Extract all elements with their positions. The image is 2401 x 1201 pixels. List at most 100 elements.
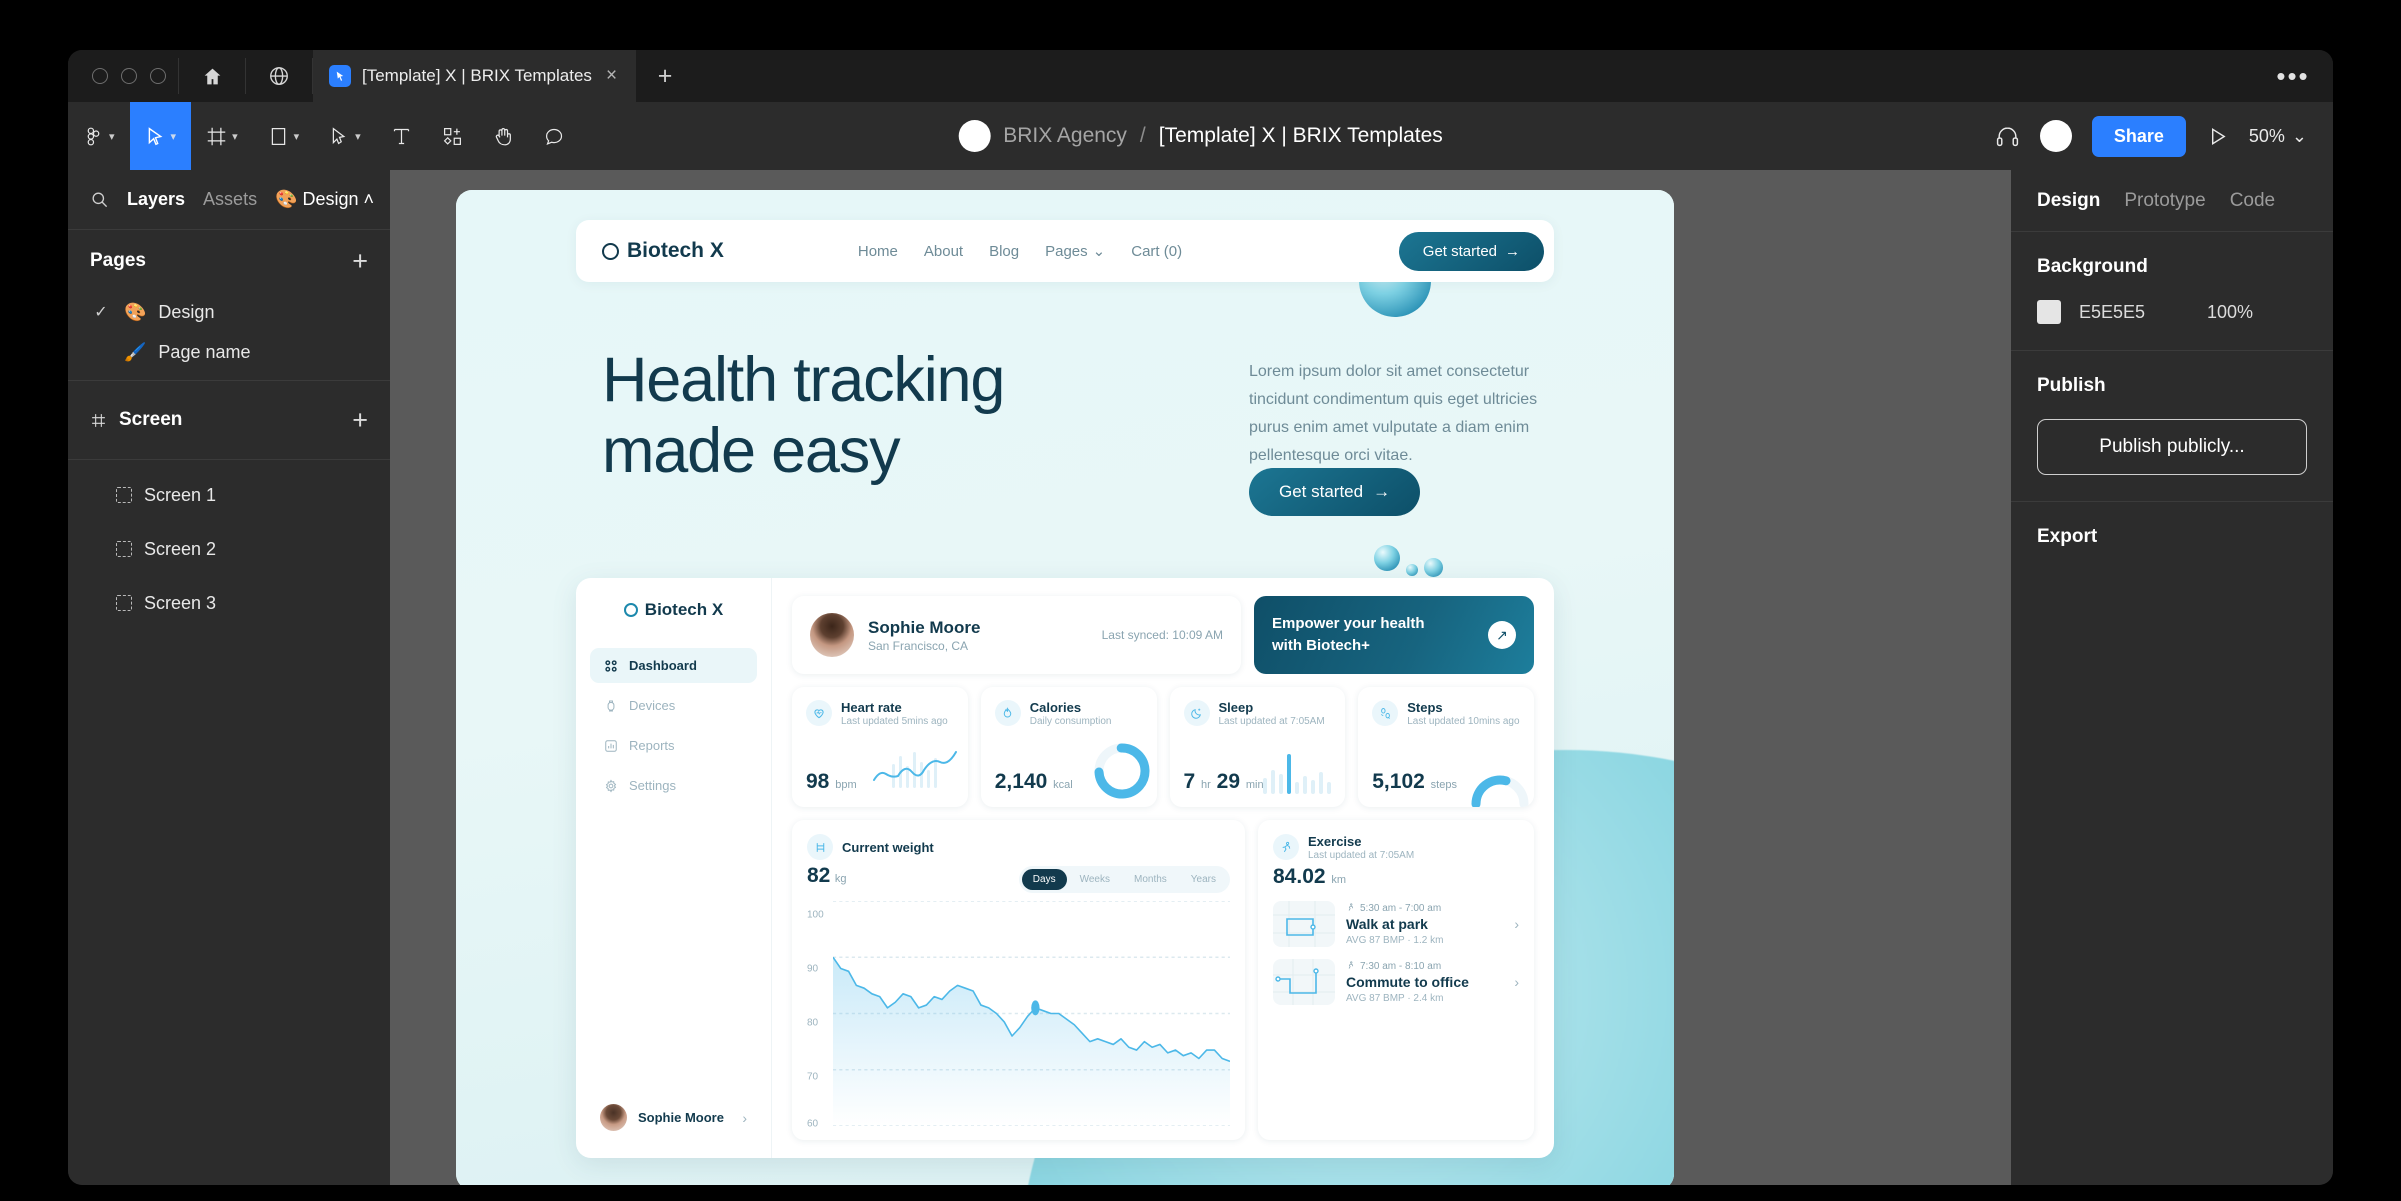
dashboard-menu-devices[interactable]: Devices — [590, 688, 757, 723]
weight-chart-card: Current weight 82 kg Days Weeks Months Y… — [792, 820, 1245, 1140]
pen-tool-button[interactable]: ▾ — [314, 102, 376, 170]
route-map-thumbnail — [1273, 959, 1335, 1006]
resources-tool-button[interactable] — [427, 102, 478, 170]
search-icon[interactable] — [90, 190, 109, 209]
metric-titles: Sleep Last updated at 7:05AM — [1219, 700, 1325, 727]
comment-tool-button[interactable] — [529, 102, 580, 170]
layer-item-screen-2[interactable]: Screen 2 — [68, 522, 390, 576]
tab-layers[interactable]: Layers — [127, 189, 185, 210]
globe-icon[interactable] — [246, 50, 312, 102]
route-map-thumbnail — [1273, 901, 1335, 948]
exercise-header: Exercise Last updated at 7:05AM — [1273, 834, 1519, 861]
add-screen-button[interactable]: + — [352, 405, 368, 436]
check-icon: ✓ — [94, 304, 108, 321]
nav-get-started-button[interactable]: Get started → — [1398, 231, 1544, 271]
tab-title: [Template] X | BRIX Templates — [362, 66, 592, 85]
nav-link-about[interactable]: About — [924, 243, 963, 260]
new-tab-button[interactable]: + — [636, 50, 694, 102]
color-swatch[interactable] — [2037, 300, 2061, 324]
dashboard-menu-settings[interactable]: Settings — [590, 768, 757, 803]
promo-card[interactable]: Empower your health with Biotech+ ↗ — [1254, 596, 1534, 674]
nav-link-home[interactable]: Home — [858, 243, 898, 260]
zoom-level-menu[interactable]: 50% ⌄ — [2249, 126, 2307, 147]
segment-years[interactable]: Years — [1180, 869, 1227, 890]
menu-label: Reports — [629, 738, 675, 753]
page-item-label: Page name — [158, 341, 251, 362]
dashboard-menu-dashboard[interactable]: Dashboard — [590, 648, 757, 683]
nav-link-blog[interactable]: Blog — [989, 243, 1019, 260]
tab-assets[interactable]: Assets — [203, 189, 257, 210]
segment-days[interactable]: Days — [1021, 869, 1067, 890]
layer-item-screen-1[interactable]: Screen 1 — [68, 468, 390, 522]
page-theme-selector[interactable]: 🎨 Design ˄ — [275, 189, 374, 210]
chevron-right-icon[interactable]: › — [1514, 916, 1519, 932]
page-item-page-name[interactable]: 🖌️ Page name — [68, 332, 390, 372]
dashboard-menu-reports[interactable]: Reports — [590, 728, 757, 763]
site-logo[interactable]: Biotech X — [602, 239, 724, 263]
avatar — [810, 613, 854, 657]
exercise-item-name: Commute to office — [1346, 973, 1469, 990]
metric-header: Sleep Last updated at 7:05AM — [1183, 700, 1332, 727]
metric-card-steps: Steps Last updated 10mins ago 5,102 step… — [1358, 687, 1534, 807]
move-tool-button[interactable]: ▾ — [129, 102, 192, 170]
color-hex-value[interactable]: E5E5E5 — [2079, 302, 2189, 323]
headphones-icon[interactable] — [1995, 124, 2020, 149]
shape-tool-button[interactable]: ▾ — [253, 102, 315, 170]
profile-location: San Francisco, CA — [868, 639, 969, 654]
frame-tool-button[interactable]: ▾ — [191, 102, 253, 170]
window-controls[interactable] — [68, 50, 178, 102]
minimize-window-button[interactable] — [121, 68, 137, 84]
hero-paragraph: Lorem ipsum dolor sit amet consectetur t… — [1249, 363, 1538, 464]
browser-overflow-menu[interactable]: ••• — [2253, 50, 2333, 102]
chevron-right-icon: › — [742, 1109, 747, 1126]
add-page-button[interactable]: + — [352, 246, 368, 277]
weight-value: 82 — [807, 864, 831, 887]
tab-prototype[interactable]: Prototype — [2124, 190, 2205, 212]
walk-icon — [1346, 903, 1355, 915]
pages-title: Pages — [90, 250, 146, 271]
browser-tab[interactable]: [Template] X | BRIX Templates × — [313, 50, 637, 102]
chevron-up-icon: ˄ — [363, 189, 375, 209]
profile-text: Sophie Moore San Francisco, CA — [868, 617, 980, 653]
metric-card-sleep: Sleep Last updated at 7:05AM 7 hr 29 min — [1169, 687, 1346, 807]
publish-publicly-button[interactable]: Publish publicly... — [2037, 419, 2307, 475]
close-window-button[interactable] — [92, 68, 108, 84]
promo-arrow-button[interactable]: ↗ — [1488, 621, 1516, 649]
browser-tabbar: [Template] X | BRIX Templates × + ••• — [68, 50, 2333, 102]
dashboard-sidebar-user[interactable]: Sophie Moore › — [590, 1095, 757, 1140]
maximize-window-button[interactable] — [150, 68, 166, 84]
layer-item-screen-3[interactable]: Screen 3 — [68, 576, 390, 630]
nav-link-cart[interactable]: Cart (0) — [1131, 243, 1182, 260]
design-canvas[interactable]: Biotech X Home About Blog Pages ⌄ Cart (0… — [390, 170, 2011, 1185]
metric-subtitle: Last updated 10mins ago — [1407, 716, 1520, 728]
metric-subtitle: Daily consumption — [1029, 716, 1112, 728]
color-opacity-value[interactable]: 100% — [2207, 302, 2253, 323]
weight-unit: kg — [834, 873, 847, 885]
hand-tool-button[interactable] — [478, 102, 529, 170]
user-avatar[interactable] — [2039, 120, 2072, 152]
tab-code[interactable]: Code — [2230, 190, 2275, 212]
metric-title: Sleep — [1218, 700, 1254, 715]
segment-months[interactable]: Months — [1123, 869, 1178, 890]
exercise-item-walk[interactable]: 5:30 am - 7:00 am Walk at park AVG 87 BM… — [1273, 901, 1519, 948]
segment-weeks[interactable]: Weeks — [1069, 869, 1121, 890]
close-tab-button[interactable]: × — [603, 65, 620, 87]
metric-titles: Calories Daily consumption — [1030, 700, 1112, 727]
main-menu-button[interactable]: ▾ — [68, 102, 130, 170]
screen-frame[interactable]: Biotech X Home About Blog Pages ⌄ Cart (0… — [456, 190, 1674, 1185]
hero-get-started-button[interactable]: Get started → — [1249, 468, 1421, 516]
page-item-design[interactable]: ✓ 🎨 Design — [68, 292, 390, 332]
text-tool-button[interactable] — [376, 102, 427, 170]
y-axis-tick: 90 — [807, 963, 819, 974]
home-icon[interactable] — [179, 50, 245, 102]
breadcrumb-file[interactable]: [Template] X | BRIX Templates — [1159, 124, 1443, 148]
breadcrumb-team[interactable]: BRIX Agency — [1003, 124, 1127, 148]
play-icon[interactable] — [2206, 125, 2229, 148]
exercise-item-commute[interactable]: 7:30 am - 8:10 am Commute to office AVG … — [1273, 959, 1519, 1006]
tab-design[interactable]: Design — [2037, 190, 2100, 212]
share-button[interactable]: Share — [2091, 115, 2186, 157]
menu-label: Devices — [629, 698, 676, 713]
nav-link-pages[interactable]: Pages ⌄ — [1045, 242, 1105, 261]
figma-favicon-icon — [329, 65, 351, 87]
chevron-right-icon[interactable]: › — [1514, 974, 1519, 990]
